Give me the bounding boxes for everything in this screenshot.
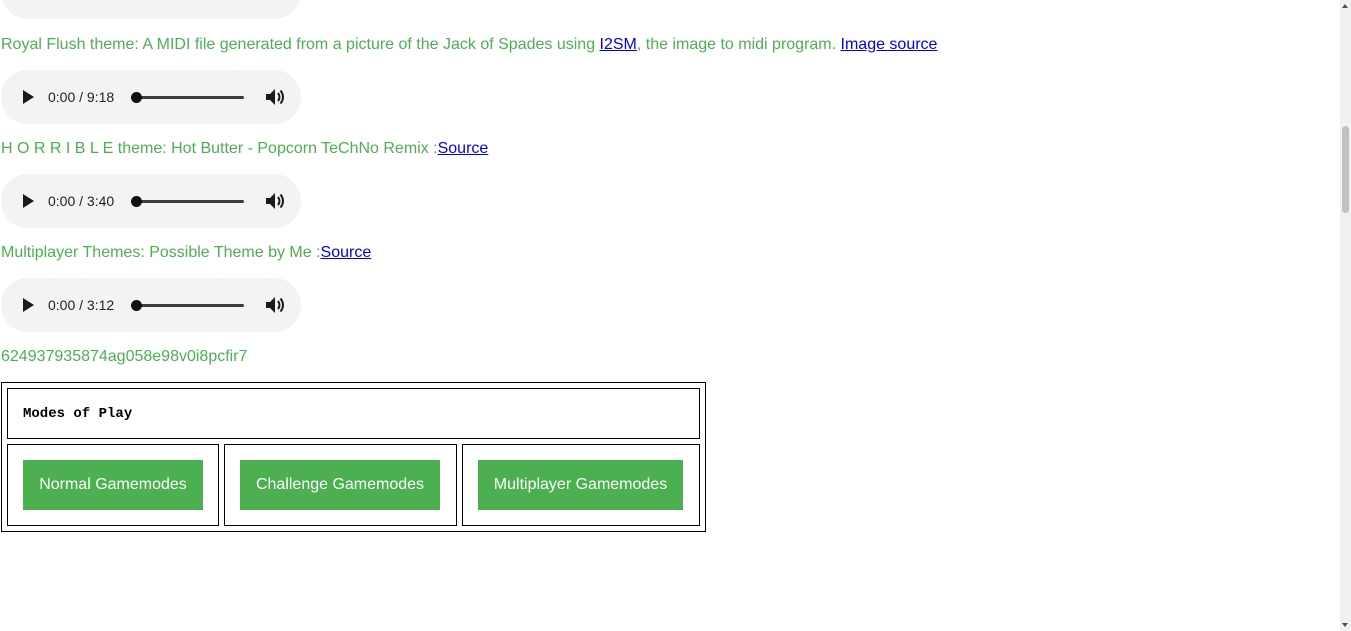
volume-icon[interactable]	[264, 191, 286, 211]
audio-time: 0:00 / 9:18	[48, 89, 115, 105]
code-string: 624937935874ag058e98v0i8pcfir7	[1, 348, 248, 365]
volume-icon[interactable]	[264, 295, 286, 315]
modes-title: Modes of Play	[23, 406, 133, 422]
play-icon[interactable]	[23, 194, 34, 208]
seek-thumb[interactable]	[131, 196, 142, 207]
audio-player-multiplayer[interactable]: 0:00 / 3:12	[1, 278, 301, 332]
audio-player-horrible[interactable]: 0:00 / 3:40	[1, 174, 301, 228]
multiplayer-gamemodes-button[interactable]: Multiplayer Gamemodes	[478, 460, 683, 510]
mode-cell-multiplayer: Multiplayer Gamemodes	[462, 444, 700, 526]
volume-icon[interactable]	[264, 0, 286, 2]
royal-flush-theme-text: Royal Flush theme: A MIDI file generated…	[1, 36, 937, 54]
audio-seek-bar[interactable]	[131, 92, 244, 103]
horrible-source-link[interactable]: Source	[438, 140, 489, 157]
volume-icon[interactable]	[264, 87, 286, 107]
multiplayer-theme-text: Multiplayer Themes: Possible Theme by Me…	[1, 244, 371, 262]
horrible-theme-text: H O R R I B L E theme: Hot Butter - Popc…	[1, 140, 488, 158]
play-icon[interactable]	[23, 298, 34, 312]
play-icon[interactable]	[23, 90, 34, 104]
page: Royal Flush theme: A MIDI file generated…	[0, 0, 1340, 631]
mode-cell-challenge: Challenge Gamemodes	[224, 444, 457, 526]
image-source-link[interactable]: Image source	[841, 36, 938, 53]
audio-player-royal-flush[interactable]: 0:00 / 9:18	[1, 70, 301, 124]
modes-header-cell: Modes of Play	[7, 388, 700, 439]
normal-gamemodes-button[interactable]: Normal Gamemodes	[23, 460, 203, 510]
seek-thumb[interactable]	[131, 92, 142, 103]
multiplayer-source-link[interactable]: Source	[321, 244, 372, 261]
challenge-gamemodes-button[interactable]: Challenge Gamemodes	[240, 460, 440, 510]
seek-thumb[interactable]	[131, 300, 142, 311]
scroll-down-arrow-icon[interactable]	[1342, 623, 1348, 627]
audio-time: 0:00 / 3:12	[48, 297, 115, 313]
horrible-desc: H O R R I B L E theme: Hot Butter - Popc…	[1, 140, 438, 157]
royal-flush-desc: Royal Flush theme: A MIDI file generated…	[1, 36, 600, 53]
audio-seek-bar[interactable]	[131, 196, 244, 207]
royal-flush-desc-2: , the image to midi program.	[636, 36, 841, 53]
modes-of-play-table: Modes of Play Normal Gamemodes Challenge…	[1, 382, 706, 532]
mode-cell-normal: Normal Gamemodes	[7, 444, 219, 526]
audio-seek-bar[interactable]	[131, 300, 244, 311]
i2sm-link[interactable]: I2SM	[600, 36, 637, 53]
vertical-scrollbar[interactable]	[1340, 0, 1351, 631]
audio-player-partial[interactable]	[1, 0, 301, 19]
multiplayer-desc: Multiplayer Themes: Possible Theme by Me…	[1, 244, 321, 261]
scrollbar-thumb[interactable]	[1342, 126, 1349, 213]
audio-time: 0:00 / 3:40	[48, 193, 115, 209]
scroll-up-arrow-icon[interactable]	[1342, 4, 1348, 8]
